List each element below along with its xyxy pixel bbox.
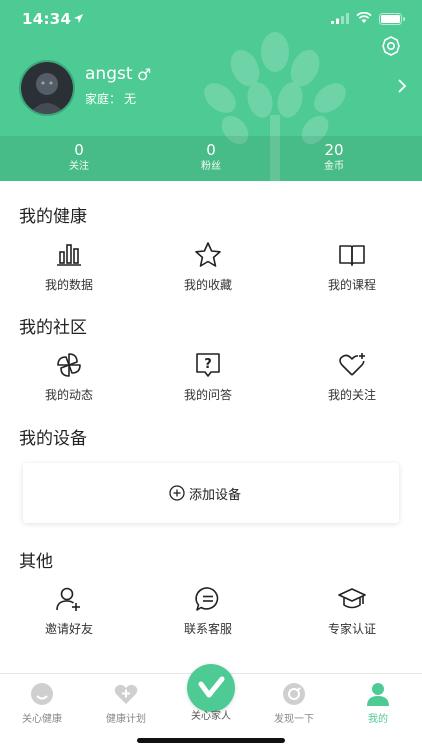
stat-label: 关注 [69, 161, 89, 172]
add-device-button[interactable]: 添加设备 [23, 463, 399, 523]
settings-icon[interactable] [380, 35, 402, 57]
tab-care-health[interactable]: 关心健康 [0, 674, 84, 725]
plus-circle-icon [169, 485, 185, 501]
stat-label: 金币 [324, 161, 344, 172]
section-title-community: 我的社区 [19, 318, 87, 338]
location-arrow-icon [74, 14, 83, 23]
tab-discover[interactable]: 发现一下 [252, 674, 336, 725]
family-label: 家庭： [85, 92, 122, 106]
expert-certification-label: 专家认证 [327, 622, 376, 636]
my-posts-button[interactable]: 我的动态 [14, 350, 124, 403]
graduation-cap-icon [338, 588, 366, 609]
tab-label: 健康计划 [106, 714, 146, 725]
invite-friends-button[interactable]: 邀请好友 [14, 584, 124, 637]
status-time: 14:34 [22, 10, 72, 28]
section-title-health: 我的健康 [19, 207, 87, 227]
my-favorites-button[interactable]: 我的收藏 [153, 240, 263, 293]
bar-chart-icon [57, 244, 81, 266]
stats-bar: 0 关注 0 粉丝 20 金币 [0, 136, 422, 181]
stat-following[interactable]: 0 关注 [39, 141, 119, 175]
pinwheel-icon [57, 353, 81, 377]
stat-value: 0 [74, 141, 84, 159]
tab-mine[interactable]: 我的 [336, 674, 420, 725]
profile-header: 14:34 angst ♂ 家庭： 无 0 关注 0 粉丝 20 金币 [0, 0, 422, 181]
tab-label: 发现一下 [274, 714, 314, 725]
question-icon: ? [196, 353, 220, 377]
my-courses-label: 我的课程 [327, 278, 376, 292]
my-qa-label: 我的问答 [183, 388, 232, 402]
star-icon [195, 242, 221, 267]
add-user-icon [56, 587, 80, 611]
avatar-image [21, 62, 73, 114]
my-qa-button[interactable]: ? 我的问答 [153, 350, 263, 403]
book-icon [339, 245, 365, 266]
add-device-label: 添加设备 [189, 488, 242, 503]
section-title-other: 其他 [19, 552, 53, 572]
chat-icon [195, 587, 219, 611]
tab-care-family[interactable] [187, 664, 235, 712]
my-data-button[interactable]: 我的数据 [14, 240, 124, 293]
contact-support-button[interactable]: 联系客服 [153, 584, 263, 637]
battery-icon [379, 13, 405, 25]
user-name: angst [85, 64, 133, 84]
avatar[interactable] [19, 60, 75, 116]
my-favorites-label: 我的收藏 [183, 278, 232, 292]
my-data-label: 我的数据 [44, 278, 93, 292]
male-gender-icon: ♂ [137, 65, 152, 84]
section-title-devices: 我的设备 [19, 429, 87, 449]
status-bar: 14:34 [0, 0, 422, 40]
contact-support-label: 联系客服 [183, 622, 232, 636]
family-value: 无 [124, 92, 137, 106]
user-icon [367, 683, 389, 706]
home-indicator [137, 738, 285, 743]
tab-label: 关心健康 [22, 714, 62, 725]
heart-plus-icon [339, 353, 365, 376]
expert-certification-button[interactable]: 专家认证 [297, 584, 407, 637]
wifi-icon [356, 12, 372, 23]
my-posts-label: 我的动态 [44, 388, 93, 402]
compass-icon [283, 683, 305, 705]
face-icon [31, 683, 53, 705]
tab-label: 我的 [368, 714, 388, 725]
stat-value: 0 [206, 141, 216, 159]
stat-coins[interactable]: 20 金币 [294, 141, 374, 175]
stat-followers[interactable]: 0 粉丝 [171, 141, 251, 175]
stat-label: 粉丝 [201, 161, 221, 172]
heart-plus-tab-icon [114, 684, 138, 704]
invite-friends-label: 邀请好友 [44, 622, 93, 636]
cellular-signal-icon [331, 13, 349, 24]
my-courses-button[interactable]: 我的课程 [297, 240, 407, 293]
checkmark-heart-icon [198, 676, 225, 698]
my-follows-label: 我的关注 [327, 388, 376, 402]
profile-card[interactable]: angst ♂ 家庭： 无 [0, 56, 422, 120]
stat-value: 20 [324, 141, 344, 159]
tab-label: 关心家人 [191, 711, 231, 722]
chevron-right-icon[interactable] [396, 78, 408, 94]
tab-health-plan[interactable]: 健康计划 [84, 674, 168, 725]
svg-text:?: ? [204, 357, 212, 372]
my-follows-button[interactable]: 我的关注 [297, 350, 407, 403]
